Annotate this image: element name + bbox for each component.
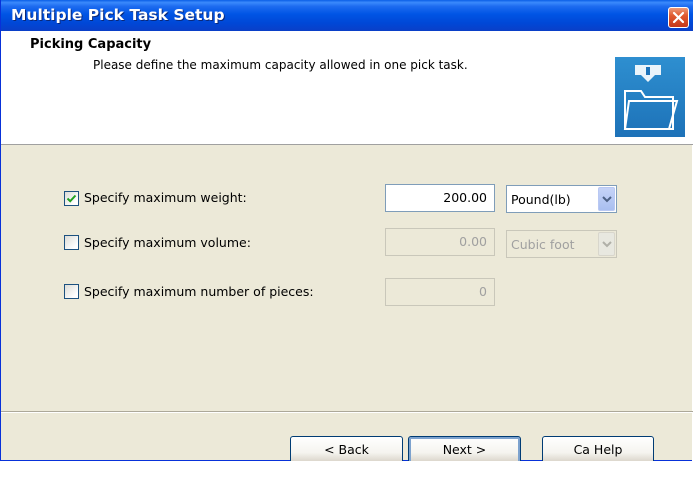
volume-unit-select[interactable]: Cubic foot [506, 230, 617, 258]
volume-unit-value: Cubic foot [511, 237, 575, 252]
wizard-dialog: Multiple Pick Task Setup Picking Capacit… [0, 0, 693, 464]
pieces-checkbox[interactable] [64, 284, 79, 299]
cancel-help-button[interactable]: Ca Help [542, 436, 654, 464]
next-button[interactable]: Next > [408, 436, 521, 464]
weight-checkbox[interactable] [64, 191, 79, 206]
weight-unit-value: Pound(lb) [511, 192, 571, 207]
check-icon [66, 194, 77, 203]
weight-unit-select[interactable]: Pound(lb) [506, 185, 617, 213]
chevron-down-icon [602, 241, 612, 248]
weight-input[interactable]: 200.00 [385, 184, 495, 212]
close-button[interactable] [668, 7, 689, 28]
title-bar[interactable]: Multiple Pick Task Setup [1, 0, 693, 31]
page-title: Picking Capacity [30, 37, 152, 52]
pieces-label: Specify maximum number of pieces: [84, 284, 314, 299]
folder-download-icon [615, 57, 685, 137]
window-title: Multiple Pick Task Setup [11, 6, 225, 24]
volume-input[interactable]: 0.00 [385, 228, 495, 256]
bottom-margin [0, 461, 693, 488]
volume-label: Specify maximum volume: [84, 235, 251, 250]
dropdown-button[interactable] [598, 232, 615, 256]
footer-divider [1, 411, 693, 413]
weight-label: Specify maximum weight: [84, 190, 247, 205]
close-icon [672, 11, 685, 24]
page-subtitle: Please define the maximum capacity allow… [93, 58, 468, 72]
dropdown-button[interactable] [598, 187, 615, 211]
back-button[interactable]: < Back [290, 436, 403, 464]
chevron-down-icon [602, 196, 612, 203]
volume-checkbox[interactable] [64, 235, 79, 250]
pieces-input[interactable]: 0 [385, 278, 495, 306]
